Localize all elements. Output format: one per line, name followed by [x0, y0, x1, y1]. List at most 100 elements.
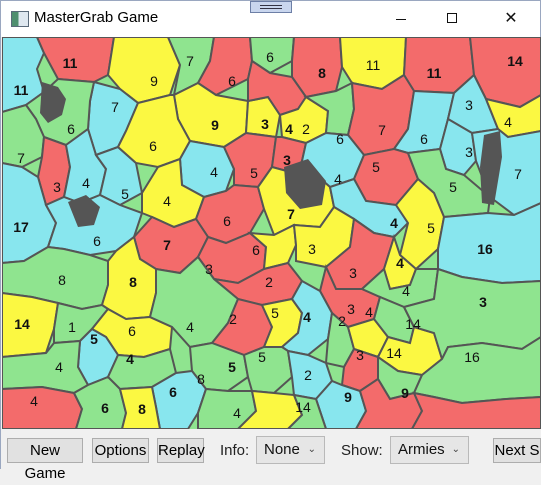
- region-army-label: 4: [186, 319, 194, 335]
- info-value: None: [264, 441, 300, 458]
- minimize-icon: [396, 19, 406, 20]
- region-army-label: 6: [266, 49, 274, 65]
- maximize-icon: [447, 13, 457, 23]
- region-army-label: 9: [344, 389, 352, 405]
- region-army-label: 3: [261, 116, 269, 132]
- close-button[interactable]: ✕: [488, 1, 534, 37]
- region-army-label: 3: [356, 347, 364, 363]
- region-army-label: 4: [30, 393, 38, 409]
- info-label: Info:: [220, 442, 250, 459]
- minimize-button[interactable]: [379, 1, 425, 37]
- region-army-label: 3: [465, 144, 473, 160]
- options-button[interactable]: Options: [92, 438, 149, 463]
- region-army-label: 4: [334, 171, 342, 187]
- region-army-label: 14: [507, 53, 523, 69]
- region-army-label: 6: [101, 400, 109, 416]
- region-army-label: 11: [427, 65, 442, 81]
- region-army-label: 6: [420, 131, 428, 147]
- region-army-label: 4: [55, 359, 63, 375]
- chevron-down-icon: ⌄: [307, 444, 316, 455]
- region-army-label: 7: [186, 53, 194, 69]
- region-army-label: 2: [229, 311, 237, 327]
- region-army-label: 14: [405, 316, 421, 332]
- region-army-label: 14: [14, 316, 30, 332]
- region-army-label: 4: [82, 175, 90, 191]
- region-army-label: 2: [302, 121, 310, 137]
- region-army-label: 3: [349, 265, 357, 281]
- region-army-label: 3: [347, 301, 355, 317]
- region-army-label: 8: [58, 272, 66, 288]
- region-army-label: 5: [258, 349, 266, 365]
- show-select[interactable]: Armies ⌄: [390, 436, 469, 464]
- info-select[interactable]: None ⌄: [256, 436, 325, 464]
- region-army-label: 14: [295, 399, 311, 415]
- game-map[interactable]: 11 11 9 7 6 6 8 11 11 14 7 6 9 3 4 2 6 7 6 3 4 7 3 4 5 6 4 5 3 4 5 3 5 7 1…: [2, 37, 541, 429]
- region-army-label: 3: [205, 261, 213, 277]
- region-army-label: 8: [197, 371, 205, 387]
- bottom-toolbar: New Game Options Replay Info: None ⌄ Sho…: [1, 429, 541, 482]
- region-army-label: 5: [121, 186, 129, 202]
- region-army-label: 17: [13, 219, 29, 235]
- region-army-label: 6: [93, 233, 101, 249]
- region-army-label: 8: [129, 274, 137, 290]
- region-army-label: 4: [396, 255, 404, 271]
- region-army-label: 4: [390, 215, 398, 231]
- region-army-label: 7: [514, 166, 522, 182]
- region-army-label: 6: [67, 121, 75, 137]
- region-army-label: 6: [128, 323, 136, 339]
- region-army-label: 11: [63, 55, 78, 71]
- region-army-label: 3: [308, 241, 316, 257]
- map-svg: 111197668 11 111476 9 3 4 26763473 4564 53453571…: [2, 37, 541, 429]
- region-army-label: 9: [401, 385, 409, 401]
- chevron-down-icon: ⌄: [451, 444, 460, 455]
- region-army-label: 1: [68, 319, 76, 335]
- region-army-label: 8: [138, 401, 146, 417]
- region-army-label: 8: [318, 65, 326, 81]
- region-army-label: 6: [223, 213, 231, 229]
- region-army-label: 4: [163, 193, 171, 209]
- region-army-label: 16: [464, 349, 480, 365]
- region-army-label: 4: [402, 283, 410, 299]
- region-army-label: 5: [228, 359, 236, 375]
- region-army-label: 5: [90, 331, 98, 347]
- region-army-label: 4: [233, 405, 241, 421]
- close-icon: ✕: [504, 10, 518, 27]
- region-army-label: 2: [265, 274, 273, 290]
- show-label: Show:: [341, 442, 383, 459]
- app-icon: [11, 11, 29, 27]
- new-game-button[interactable]: New Game: [7, 438, 83, 482]
- region-army-label: 5: [449, 179, 457, 195]
- next-step-button[interactable]: Next S: [493, 438, 541, 463]
- region-army-label: 11: [366, 57, 381, 73]
- region-army-label: 2: [304, 367, 312, 383]
- region-army-label: 7: [163, 237, 171, 253]
- region-army-label: 4: [365, 304, 373, 320]
- region-army-label: 14: [386, 345, 402, 361]
- region-army-label: 3: [53, 179, 61, 195]
- region-army-label: 4: [285, 121, 293, 137]
- region-army-label: 9: [211, 117, 219, 133]
- region-army-label: 4: [303, 309, 311, 325]
- region-army-label: 6: [252, 242, 260, 258]
- game-window: MasterGrab Game ✕ 11 11 9 7 6 6 8 11 11 …: [0, 0, 541, 482]
- region-army-label: 4: [504, 114, 512, 130]
- region-army-label: 2: [338, 313, 346, 329]
- region-army-label: 3: [479, 294, 487, 310]
- region-army-label: 6: [169, 384, 177, 400]
- region-army-label: 7: [111, 99, 119, 115]
- region-army-label: 5: [250, 165, 258, 181]
- region-army-label: 7: [378, 122, 386, 138]
- region-army-label: 6: [336, 131, 344, 147]
- region-army-label: 6: [149, 138, 157, 154]
- region-army-label: 3: [283, 152, 291, 168]
- maximize-button[interactable]: [430, 1, 476, 37]
- region-army-label: 4: [210, 164, 218, 180]
- region-army-label: 5: [372, 159, 380, 175]
- show-value: Armies: [398, 441, 445, 458]
- region-army-label: 3: [465, 97, 473, 113]
- region-r75[interactable]: [2, 385, 84, 429]
- snap-handle-icon[interactable]: [250, 1, 292, 13]
- title-bar[interactable]: MasterGrab Game ✕: [1, 1, 540, 37]
- region-army-label: 9: [150, 73, 158, 89]
- replay-button[interactable]: Replay: [157, 438, 205, 463]
